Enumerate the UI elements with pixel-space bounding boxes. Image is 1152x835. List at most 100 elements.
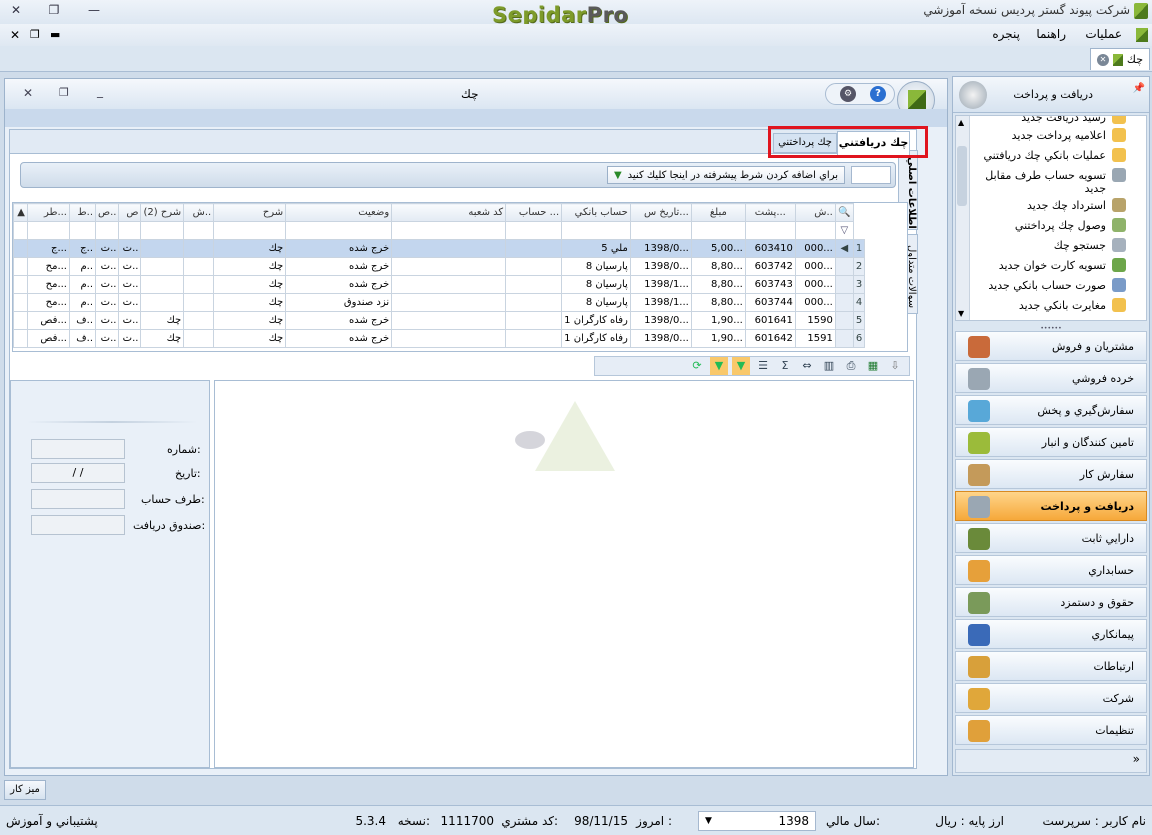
table-cell[interactable]: خرج شده: [285, 311, 393, 330]
restore-icon[interactable]: ❐: [46, 2, 62, 18]
table-cell[interactable]: م..: [69, 257, 96, 276]
table-cell[interactable]: 603743: [744, 275, 796, 294]
nav-sub-item[interactable]: وصول چك پرداختني: [1015, 218, 1126, 232]
window-minimize-icon[interactable]: _: [97, 84, 103, 98]
column-header[interactable]: ص: [118, 203, 142, 222]
nav-module[interactable]: دريافت و پرداخت: [955, 491, 1147, 521]
table-cell[interactable]: [140, 293, 185, 312]
table-cell[interactable]: ت..: [94, 239, 120, 258]
nav-sub-item-cont[interactable]: جديد: [1085, 182, 1106, 195]
column-header[interactable]: حساب بانكي: [561, 203, 631, 222]
menu-window[interactable]: پنجره: [992, 27, 1020, 41]
grid-scroll-up-icon[interactable]: ▲: [13, 203, 28, 222]
table-cell[interactable]: خرج شده: [285, 257, 393, 276]
table-row[interactable]: مح... م.. ت.. ت.. چك نزد صندوق پارسيان 8 1398/1…: [13, 293, 866, 312]
table-cell[interactable]: 000...: [794, 257, 836, 276]
menu-help[interactable]: راهنما: [1036, 27, 1066, 41]
window-restore-icon[interactable]: ❐: [59, 86, 69, 99]
column-header[interactable]: حساب ...: [505, 203, 563, 222]
table-cell[interactable]: 000...: [794, 239, 836, 258]
nav-module[interactable]: شركت: [955, 683, 1147, 713]
table-row[interactable]: فص... ف.. ت.. ت.. چك چك خرج شده رفاه كارگران 11…: [13, 311, 866, 330]
table-cell[interactable]: ف..: [69, 311, 96, 330]
table-cell[interactable]: 5,00...: [690, 239, 746, 258]
table-cell[interactable]: م..: [69, 275, 96, 294]
nav-sub-item[interactable]: صورت حساب بانكي جديد: [988, 278, 1126, 292]
table-cell[interactable]: ت..: [118, 329, 142, 348]
support-link[interactable]: پشتيباني و آموزش: [6, 814, 98, 828]
table-cell[interactable]: [183, 275, 215, 294]
table-cell[interactable]: 1591: [794, 329, 836, 348]
mdi-minimize-icon[interactable]: ▬: [50, 28, 60, 41]
table-cell[interactable]: ج...: [27, 239, 70, 258]
table-cell[interactable]: چك: [213, 293, 287, 312]
nav-sub-item[interactable]: رسيد دريافت جديد: [1021, 116, 1126, 124]
table-cell[interactable]: 8,80...: [690, 275, 746, 294]
fiscal-year-select[interactable]: ▼ 1398: [698, 811, 816, 831]
column-header[interactable]: وضعيت: [285, 203, 393, 222]
table-cell[interactable]: [505, 329, 563, 348]
table-cell[interactable]: ت..: [94, 275, 120, 294]
table-cell[interactable]: چك: [213, 275, 287, 294]
table-cell[interactable]: رفاه كارگران 1: [561, 311, 631, 330]
table-cell[interactable]: [391, 293, 507, 312]
table-cell[interactable]: 601642: [744, 329, 796, 348]
pin-icon[interactable]: 📌: [1133, 83, 1145, 94]
desk-button[interactable]: ميز كار: [4, 780, 46, 800]
nav-module[interactable]: سفارش‌گيري و پخش: [955, 395, 1147, 425]
table-cell[interactable]: 1398/0...: [629, 311, 692, 330]
column-header[interactable]: شرح (2): [140, 203, 185, 222]
nav-sub-item[interactable]: مغايرت بانكي جديد: [1019, 298, 1126, 312]
table-cell[interactable]: ت..: [94, 293, 120, 312]
table-cell[interactable]: ت..: [94, 257, 120, 276]
nav-module[interactable]: حقوق و دستمزد: [955, 587, 1147, 617]
column-header[interactable]: شرح: [213, 203, 287, 222]
table-cell[interactable]: ت..: [94, 311, 120, 330]
number-field[interactable]: [31, 439, 125, 459]
table-cell[interactable]: 1398/0...: [629, 239, 692, 258]
table-cell[interactable]: ت..: [118, 293, 142, 312]
nav-module[interactable]: خرده فروشي: [955, 363, 1147, 393]
table-cell[interactable]: [505, 257, 563, 276]
table-cell[interactable]: ت..: [94, 329, 120, 348]
table-cell[interactable]: 000...: [794, 275, 836, 294]
table-cell[interactable]: [505, 239, 563, 258]
menu-operations[interactable]: عمليات: [1085, 27, 1122, 41]
app-menu-icon[interactable]: [1136, 28, 1148, 42]
table-cell[interactable]: 601641: [744, 311, 796, 330]
table-cell[interactable]: ت..: [118, 257, 142, 276]
filter-row[interactable]: ▽: [13, 221, 865, 240]
table-cell[interactable]: چك: [213, 257, 287, 276]
table-cell[interactable]: 8,80...: [690, 257, 746, 276]
filter-box[interactable]: [851, 166, 891, 184]
table-cell[interactable]: 1590: [794, 311, 836, 330]
table-cell[interactable]: 603410: [744, 239, 796, 258]
doc-tab-check[interactable]: ✕ چك: [1089, 48, 1150, 70]
table-cell[interactable]: [183, 257, 215, 276]
table-cell[interactable]: چك: [140, 311, 185, 330]
table-cell[interactable]: [391, 239, 507, 258]
nav-module[interactable]: دارايي ثابت: [955, 523, 1147, 553]
nav-module[interactable]: تامين كنندگان و انبار: [955, 427, 1147, 457]
column-chooser-icon[interactable]: ▥: [820, 357, 838, 375]
table-cell[interactable]: رفاه كارگران 1: [561, 329, 631, 348]
table-row[interactable]: مح... م.. ت.. ت.. چك خرج شده پارسيان 8 1398/1..…: [13, 275, 866, 294]
window-close-icon[interactable]: ✕: [23, 86, 33, 100]
cashbox-field[interactable]: [31, 515, 125, 535]
excel-icon[interactable]: ▦: [864, 357, 882, 375]
export-icon[interactable]: ⇩: [886, 357, 904, 375]
table-cell[interactable]: ت..: [118, 275, 142, 294]
nav-module[interactable]: ارتباطات: [955, 651, 1147, 681]
nav-module[interactable]: پيمانكاري: [955, 619, 1147, 649]
filter-row-icon[interactable]: ▼: [732, 357, 750, 375]
column-header[interactable]: كد شعبه: [391, 203, 507, 222]
table-cell[interactable]: [183, 311, 215, 330]
table-cell[interactable]: 1,90...: [690, 329, 746, 348]
column-header[interactable]: تاريخ س...: [629, 203, 692, 222]
table-cell[interactable]: ت..: [118, 239, 142, 258]
table-cell[interactable]: [391, 275, 507, 294]
close-tab-icon[interactable]: ✕: [1096, 53, 1109, 66]
nav-module[interactable]: حسابداري: [955, 555, 1147, 585]
grid-search-icon[interactable]: 🔍: [834, 203, 854, 222]
table-cell[interactable]: خرج شده: [285, 329, 393, 348]
